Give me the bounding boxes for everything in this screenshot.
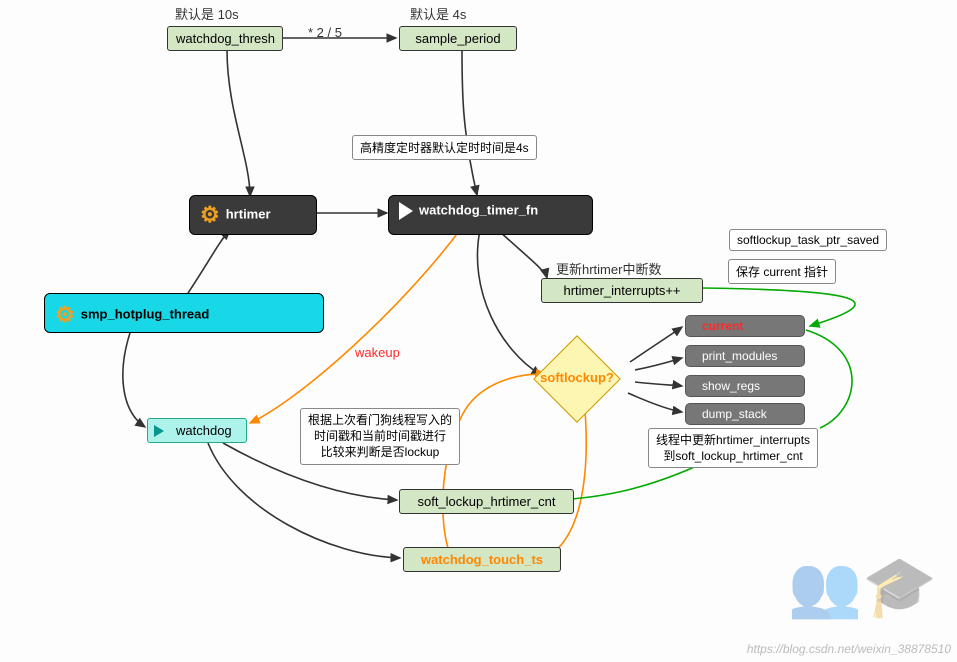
note-lockup-judge: 根据上次看门狗线程写入的 时间戳和当前时间戳进行 比较来判断是否lockup <box>300 408 460 465</box>
node-soft-lockup-hrtimer-cnt: soft_lockup_hrtimer_cnt <box>399 489 574 514</box>
label-default-10s: 默认是 10s <box>175 4 239 23</box>
note-lockup-l1: 根据上次看门狗线程写入的 <box>308 413 452 427</box>
node-smp-hotplug-thread: ⚙ smp_hotplug_thread <box>44 293 324 333</box>
node-watchdog-timer-fn: watchdog_timer_fn <box>388 195 593 235</box>
watermark-text: https://blog.csdn.net/weixin_38878510 <box>747 642 951 656</box>
note-save-current: 保存 current 指针 <box>728 259 836 284</box>
label-mult: * 2 / 5 <box>308 25 342 40</box>
node-dump-stack: dump_stack <box>685 403 805 425</box>
node-watchdog-timer-fn-label: watchdog_timer_fn <box>419 202 538 217</box>
note-thread-update-l1: 线程中更新hrtimer_interrupts <box>656 433 810 447</box>
node-sample-period: sample_period <box>399 26 517 51</box>
node-watchdog-label: watchdog <box>176 423 232 438</box>
watermark-graphic: 👥🎓 <box>788 551 937 622</box>
node-current: current <box>685 315 805 337</box>
gear-icon: ⚙ <box>55 302 75 328</box>
note-save-ptr: softlockup_task_ptr_saved <box>729 229 887 251</box>
play-icon <box>154 425 164 437</box>
gear-icon: ⚙ <box>200 202 220 228</box>
label-update-hrtimer: 更新hrtimer中断数 <box>556 259 661 278</box>
node-softlockup-label: softlockup? <box>532 370 622 385</box>
node-watchdog: watchdog <box>147 418 247 443</box>
label-default-4s: 默认是 4s <box>410 4 466 23</box>
play-icon <box>399 202 413 220</box>
node-hrtimer-label: hrtimer <box>226 206 271 221</box>
node-watchdog-thresh: watchdog_thresh <box>167 26 283 51</box>
note-timer-default: 高精度定时器默认定时时间是4s <box>352 135 537 160</box>
note-thread-update-l2: 到soft_lockup_hrtimer_cnt <box>663 449 802 463</box>
note-lockup-l2: 时间戳和当前时间戳进行 <box>314 429 446 443</box>
node-print-modules: print_modules <box>685 345 805 367</box>
note-thread-update: 线程中更新hrtimer_interrupts 到soft_lockup_hrt… <box>648 428 818 468</box>
note-lockup-l3: 比较来判断是否lockup <box>321 445 440 459</box>
diagram-canvas: 默认是 10s 默认是 4s * 2 / 5 watchdog_thresh s… <box>0 0 957 662</box>
node-smp-hotplug-thread-label: smp_hotplug_thread <box>81 306 210 321</box>
label-wakeup: wakeup <box>355 345 400 360</box>
node-watchdog-touch-ts: watchdog_touch_ts <box>403 547 561 572</box>
node-show-regs: show_regs <box>685 375 805 397</box>
node-hrtimer: ⚙ hrtimer <box>189 195 317 235</box>
node-hrtimer-interrupts: hrtimer_interrupts++ <box>541 278 703 303</box>
